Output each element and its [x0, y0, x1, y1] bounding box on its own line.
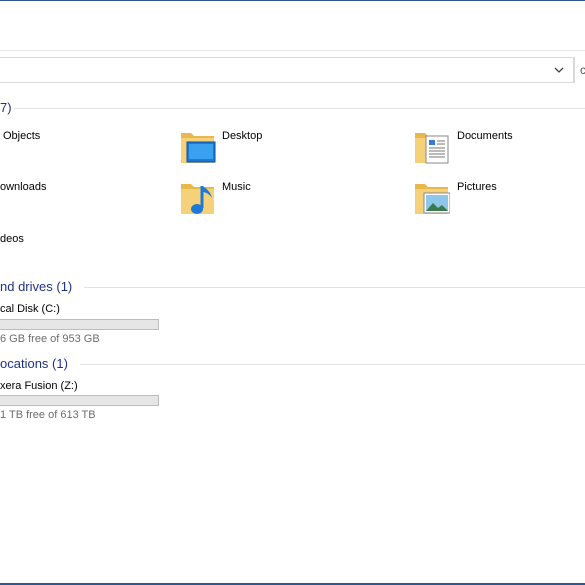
folder-label: Desktop: [222, 130, 263, 142]
refresh-icon[interactable]: c: [580, 63, 585, 77]
folder-item-pictures[interactable]: Pictures: [414, 178, 584, 222]
folder-item-documents[interactable]: Documents: [414, 127, 584, 171]
pictures-folder-icon: [415, 184, 450, 214]
drives-group-header[interactable]: nd drives (1): [0, 279, 72, 295]
folder-item-desktop[interactable]: Desktop: [180, 127, 380, 171]
folder-label: Documents: [457, 130, 513, 142]
folder-label: deos: [0, 233, 24, 245]
address-bar-separator: [574, 57, 575, 83]
folder-item-3d-objects[interactable]: Objects: [0, 127, 150, 171]
ribbon-area: [0, 0, 585, 51]
desktop-folder-icon: [181, 133, 216, 163]
documents-folder-icon: [415, 133, 449, 164]
drive-name: cal Disk (C:): [0, 303, 60, 315]
drive-usage-bar: [0, 319, 159, 330]
drive-usage-bar: [0, 395, 159, 406]
folder-label: Objects: [3, 130, 41, 142]
network-group-header[interactable]: ocations (1): [0, 356, 68, 372]
drive-free-space: 1 TB free of 613 TB: [0, 409, 96, 421]
folder-label: ownloads: [0, 181, 47, 193]
drive-name: xera Fusion (Z:): [0, 380, 78, 392]
group-divider: [84, 287, 585, 288]
chevron-down-icon[interactable]: [553, 64, 565, 76]
folders-group-header[interactable]: 7): [0, 100, 12, 116]
music-folder-icon: [181, 184, 214, 214]
ribbon-divider: [0, 50, 585, 51]
group-divider: [14, 108, 585, 109]
drive-free-space: 6 GB free of 953 GB: [0, 333, 100, 345]
folder-label: Pictures: [457, 181, 497, 193]
folder-item-downloads[interactable]: ownloads: [0, 178, 150, 222]
folder-item-music[interactable]: Music: [180, 178, 380, 222]
address-bar[interactable]: [0, 57, 574, 83]
folder-label: Music: [222, 181, 251, 193]
folder-item-videos[interactable]: deos: [0, 230, 150, 274]
group-divider: [80, 364, 585, 365]
